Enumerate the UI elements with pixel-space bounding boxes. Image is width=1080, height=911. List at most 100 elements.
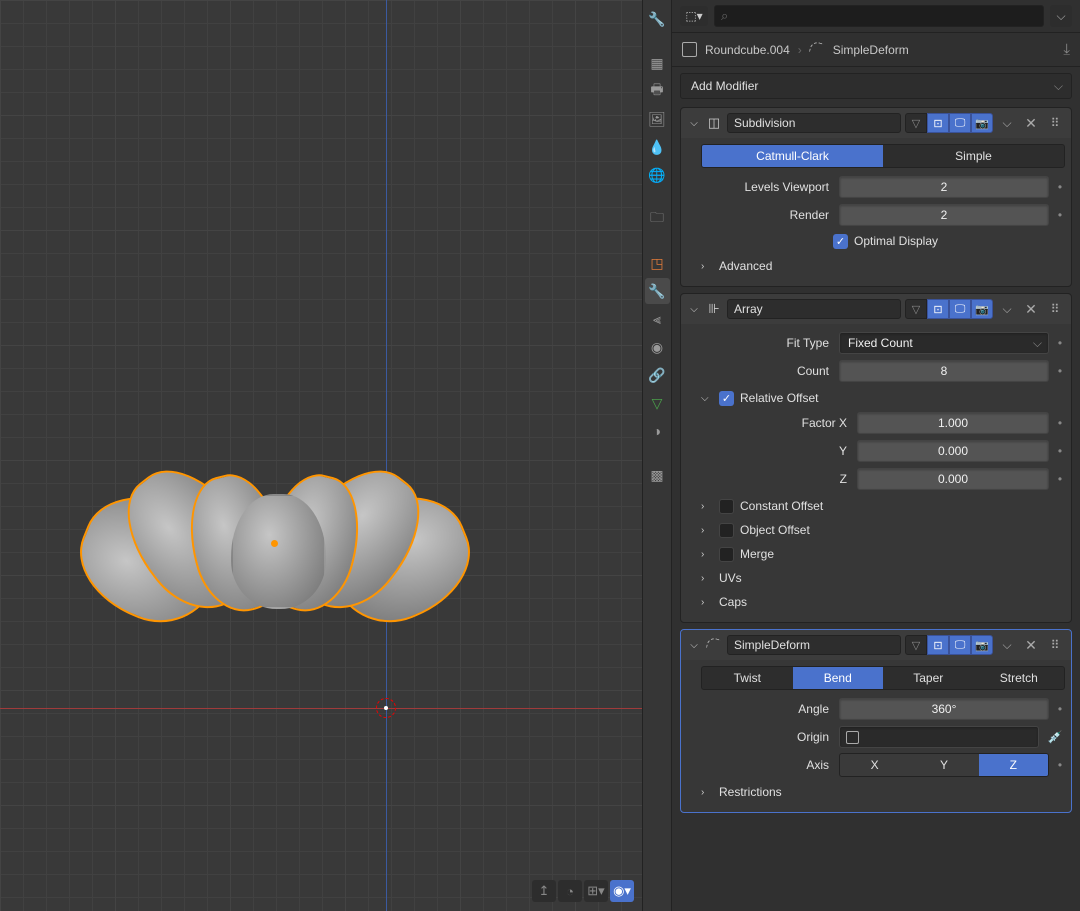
material-tab-icon[interactable]: ◑ <box>645 418 670 444</box>
viewport-grid <box>0 0 642 911</box>
field-levels-viewport[interactable]: 2 <box>839 176 1049 198</box>
checkbox-merge[interactable]: ✓ <box>719 547 734 562</box>
checkbox-constant-offset[interactable]: ✓ <box>719 499 734 514</box>
constraints-tab-icon[interactable]: 🔗 <box>645 362 670 388</box>
world-tab-icon[interactable]: 🌐 <box>645 162 670 188</box>
proportional-edit-icon[interactable]: ⊞▾ <box>584 880 608 902</box>
modifiers-tab-icon[interactable]: 🔧 <box>645 278 670 304</box>
toggle-viewport-icon[interactable]: 🖵 <box>949 113 971 133</box>
search-input[interactable]: ⌕ <box>714 5 1044 27</box>
dropdown-fit-type[interactable]: Fixed Count <box>839 332 1049 354</box>
breadcrumb-modifier[interactable]: SimpleDeform <box>833 43 909 57</box>
field-factor-z[interactable]: 0.000 <box>857 468 1049 490</box>
checkbox-object-offset[interactable]: ✓ <box>719 523 734 538</box>
options-dropdown-icon[interactable]: ⌵ <box>1050 5 1072 27</box>
collapse-icon[interactable]: ⌵ <box>687 304 701 315</box>
modifier-header[interactable]: ⌵ ◫ Subdivision ▽ ⊡ 🖵 📷 ⌵ ✕ ⠿ <box>681 108 1071 138</box>
transform-orientation-icon[interactable]: ↥ <box>532 880 556 902</box>
axis-x[interactable]: X <box>840 754 909 776</box>
modifier-menu-icon[interactable]: ⌵ <box>997 635 1017 655</box>
subpanel-caps[interactable]: ›Caps <box>701 590 1065 614</box>
checkbox-optimal-display[interactable]: ✓ <box>833 234 848 249</box>
field-angle[interactable]: 360° <box>839 698 1049 720</box>
toggle-cage-icon[interactable]: ⊡ <box>927 635 949 655</box>
axis-z[interactable]: Z <box>979 754 1048 776</box>
toggle-render-icon[interactable]: 📷 <box>971 299 993 319</box>
toggle-viewport-icon[interactable]: 🖵 <box>949 299 971 319</box>
remove-modifier-icon[interactable]: ✕ <box>1021 299 1041 319</box>
toggle-render-icon[interactable]: 📷 <box>971 113 993 133</box>
physics-tab-icon[interactable]: ◉ <box>645 334 670 360</box>
selected-object-roundcube[interactable] <box>95 470 455 650</box>
toggle-viewport-icon[interactable]: 🖵 <box>949 635 971 655</box>
breadcrumb-separator: › <box>798 43 802 57</box>
object-picker-icon <box>846 731 859 744</box>
collapse-icon[interactable]: ⌵ <box>687 118 701 129</box>
viewport-3d[interactable]: ↥ ◔ ⊞▾ ◉▾ <box>0 0 642 911</box>
add-modifier-dropdown[interactable]: Add Modifier <box>680 73 1072 99</box>
toggle-cage-icon[interactable]: ⊡ <box>927 113 949 133</box>
label-render: Render <box>701 208 833 222</box>
shading-mode-icon[interactable]: ◉▾ <box>610 880 634 902</box>
toggle-render-icon[interactable]: 📷 <box>971 635 993 655</box>
modifier-header[interactable]: ⌵ SimpleDeform ▽ ⊡ 🖵 📷 ⌵ ✕ ⠿ <box>681 630 1071 660</box>
tab-catmull-clark[interactable]: Catmull-Clark <box>702 145 883 167</box>
z-axis-line <box>386 0 387 911</box>
label-axis: Axis <box>701 758 833 772</box>
object-tab-icon[interactable]: ◳ <box>645 250 670 276</box>
particles-tab-icon[interactable]: ⫷ <box>645 306 670 332</box>
drag-handle-icon[interactable]: ⠿ <box>1045 113 1065 133</box>
toggle-editmode-icon[interactable]: ▽ <box>905 113 927 133</box>
remove-modifier-icon[interactable]: ✕ <box>1021 635 1041 655</box>
drag-handle-icon[interactable]: ⠿ <box>1045 635 1065 655</box>
subpanel-merge[interactable]: › ✓ Merge <box>701 542 1065 566</box>
toggle-editmode-icon[interactable]: ▽ <box>905 299 927 319</box>
viewlayer-tab-icon[interactable]: 🖼 <box>645 106 670 132</box>
modifier-name-input[interactable]: SimpleDeform <box>727 635 901 655</box>
collapse-icon[interactable]: ⌵ <box>687 640 701 651</box>
field-factor-y[interactable]: 0.000 <box>857 440 1049 462</box>
axis-y[interactable]: Y <box>909 754 978 776</box>
field-render[interactable]: 2 <box>839 204 1049 226</box>
toggle-cage-icon[interactable]: ⊡ <box>927 299 949 319</box>
modifier-header[interactable]: ⌵ ⊪ Array ▽ ⊡ 🖵 📷 ⌵ ✕ ⠿ <box>681 294 1071 324</box>
editor-type-switcher[interactable]: ⬚▾ <box>680 6 708 26</box>
tool-tab-icon[interactable]: 🔧 <box>645 6 670 32</box>
modifier-name-input[interactable]: Array <box>727 299 901 319</box>
field-factor-x[interactable]: 1.000 <box>857 412 1049 434</box>
checkbox-relative-offset[interactable]: ✓ <box>719 391 734 406</box>
modifier-menu-icon[interactable]: ⌵ <box>997 299 1017 319</box>
render-tab-icon[interactable]: ▦ <box>645 50 670 76</box>
subpanel-advanced[interactable]: ›Advanced <box>701 254 1065 278</box>
collection-tab-icon[interactable]: 🗀 <box>645 206 670 232</box>
pin-icon[interactable]: ⤓ <box>1063 41 1070 58</box>
texture-tab-icon[interactable]: ▩ <box>645 462 670 488</box>
remove-modifier-icon[interactable]: ✕ <box>1021 113 1041 133</box>
subpanel-object-offset[interactable]: › ✓ Object Offset <box>701 518 1065 542</box>
breadcrumb-object[interactable]: Roundcube.004 <box>705 43 790 57</box>
label-count: Count <box>701 364 833 378</box>
eyedropper-icon[interactable]: 💉 <box>1045 726 1065 748</box>
tab-stretch[interactable]: Stretch <box>974 667 1065 689</box>
drag-handle-icon[interactable]: ⠿ <box>1045 299 1065 319</box>
output-tab-icon[interactable]: 🖶 <box>645 78 670 104</box>
array-icon: ⊪ <box>705 300 723 318</box>
tab-bend[interactable]: Bend <box>793 667 884 689</box>
snap-icon[interactable]: ◔ <box>558 880 582 902</box>
subpanel-restrictions[interactable]: ›Restrictions <box>701 780 1065 804</box>
modifier-name-input[interactable]: Subdivision <box>727 113 901 133</box>
simple-deform-icon <box>705 636 723 654</box>
tab-simple[interactable]: Simple <box>883 145 1064 167</box>
subpanel-relative-offset[interactable]: ⌵ ✓ Relative Offset <box>701 386 1065 410</box>
modifier-menu-icon[interactable]: ⌵ <box>997 113 1017 133</box>
modifier-subdivision: ⌵ ◫ Subdivision ▽ ⊡ 🖵 📷 ⌵ ✕ ⠿ Catmull-Cl… <box>680 107 1072 287</box>
scene-tab-icon[interactable]: 💧 <box>645 134 670 160</box>
tab-taper[interactable]: Taper <box>883 667 974 689</box>
field-count[interactable]: 8 <box>839 360 1049 382</box>
mesh-tab-icon[interactable]: ▽ <box>645 390 670 416</box>
tab-twist[interactable]: Twist <box>702 667 793 689</box>
subpanel-uvs[interactable]: ›UVs <box>701 566 1065 590</box>
subpanel-constant-offset[interactable]: › ✓ Constant Offset <box>701 494 1065 518</box>
field-origin[interactable] <box>839 726 1039 748</box>
toggle-editmode-icon[interactable]: ▽ <box>905 635 927 655</box>
